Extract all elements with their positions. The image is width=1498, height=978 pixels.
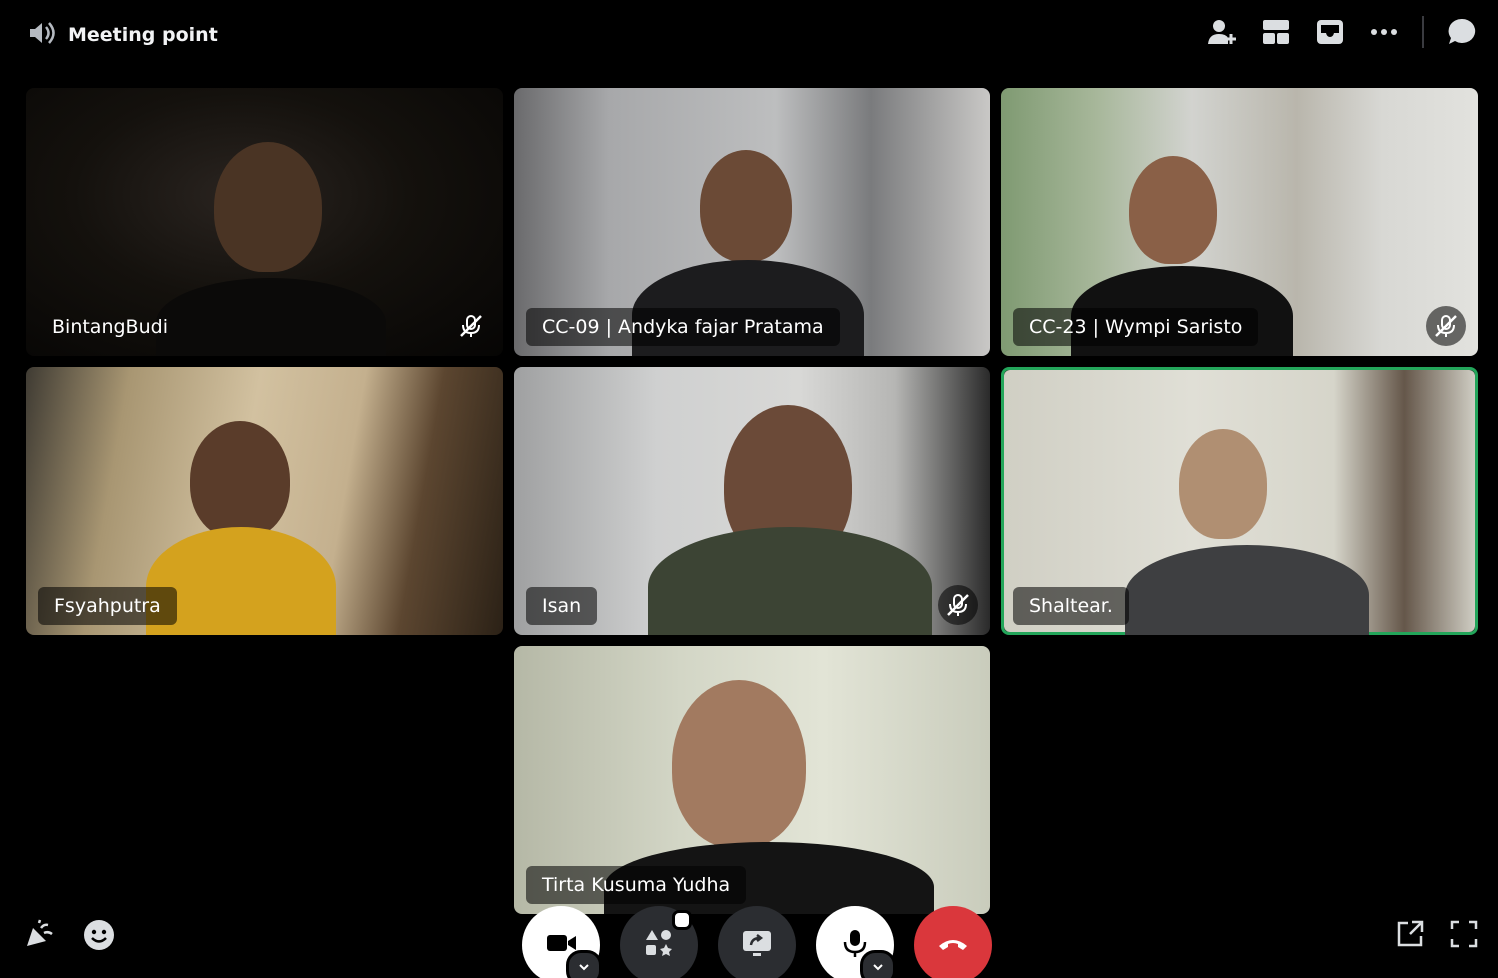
divider [1422, 16, 1424, 48]
chat-icon[interactable] [1446, 16, 1478, 48]
popout-icon[interactable] [1394, 918, 1426, 954]
participant-name: Shaltear. [1013, 587, 1129, 625]
participant-name: BintangBudi [52, 316, 168, 338]
participant-tile[interactable]: CC-23 | Wympi Saristo [1001, 88, 1478, 356]
top-bar: Meeting point [0, 0, 1498, 68]
microphone-button[interactable] [816, 906, 896, 978]
hang-up-icon [936, 926, 970, 964]
mic-muted-icon [1426, 306, 1466, 346]
microphone-options-button[interactable] [860, 950, 896, 978]
soundboard-icon[interactable] [22, 918, 56, 956]
activities-icon [643, 927, 675, 963]
voice-call-window: Meeting point BintangBudi CC-09 | Andyka… [0, 0, 1498, 978]
participant-name: CC-23 | Wympi Saristo [1013, 308, 1259, 346]
channel-header: Meeting point [26, 18, 218, 52]
participant-tile[interactable]: Shaltear. [1001, 367, 1478, 635]
participant-tile[interactable]: Fsyahputra [26, 367, 503, 635]
camera-button[interactable] [522, 906, 602, 978]
bottom-right-actions [1394, 918, 1480, 954]
speaker-icon [26, 18, 56, 52]
fullscreen-icon[interactable] [1448, 918, 1480, 954]
participant-tile[interactable]: CC-09 | Andyka fajar Pratama [514, 88, 990, 356]
emoji-icon[interactable] [82, 918, 116, 956]
chevron-down-icon [577, 959, 591, 978]
inbox-icon[interactable] [1314, 16, 1346, 48]
bottom-left-actions [22, 918, 116, 956]
participant-tile[interactable]: Isan [514, 367, 990, 635]
mic-muted-icon [938, 585, 978, 625]
channel-title: Meeting point [68, 24, 218, 46]
call-controls [522, 906, 992, 978]
screen-share-button[interactable] [718, 906, 796, 978]
camera-options-button[interactable] [566, 950, 602, 978]
more-icon[interactable] [1368, 16, 1400, 48]
participant-name: CC-09 | Andyka fajar Pratama [526, 308, 840, 346]
disconnect-button[interactable] [914, 906, 992, 978]
participant-name: Isan [526, 587, 598, 625]
invite-people-icon[interactable] [1206, 16, 1238, 48]
call-controls-bar [0, 898, 1498, 978]
activities-button[interactable] [620, 906, 698, 978]
screen-share-icon [741, 927, 773, 963]
top-actions [1206, 16, 1478, 48]
mic-muted-icon [451, 306, 491, 346]
participant-tile[interactable]: Tirta Kusuma Yudha [514, 646, 990, 914]
grid-layout-icon[interactable] [1260, 16, 1292, 48]
notification-dot [672, 910, 692, 930]
participant-tile[interactable]: BintangBudi [26, 88, 503, 356]
participant-name: Fsyahputra [38, 587, 177, 625]
chevron-down-icon [871, 959, 885, 978]
